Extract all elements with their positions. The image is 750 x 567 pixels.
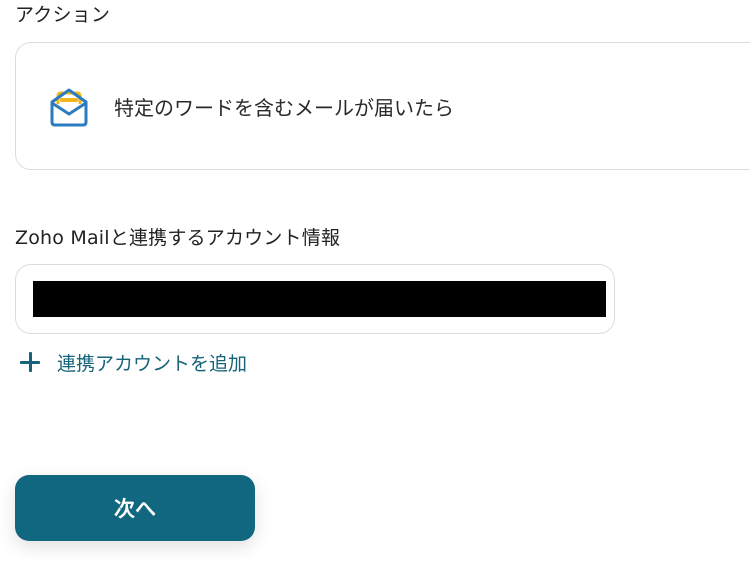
plus-icon xyxy=(19,351,41,373)
redacted-account-value xyxy=(33,281,606,317)
zoho-mail-icon xyxy=(50,88,88,127)
next-button[interactable]: 次へ xyxy=(15,475,255,541)
account-section-label: Zoho Mailと連携するアカウント情報 xyxy=(15,227,341,249)
add-account-label: 連携アカウントを追加 xyxy=(57,352,248,375)
action-trigger-text: 特定のワードを含むメールが届いたら xyxy=(114,96,454,120)
page: アクション 特定のワードを含むメールが届いたら Zoho Mailと連携するアカ… xyxy=(0,0,750,567)
add-account-link[interactable]: 連携アカウントを追加 xyxy=(19,347,247,377)
action-card[interactable]: 特定のワードを含むメールが届いたら xyxy=(15,42,750,170)
action-section-label: アクション xyxy=(15,4,111,26)
account-select[interactable] xyxy=(15,264,615,334)
